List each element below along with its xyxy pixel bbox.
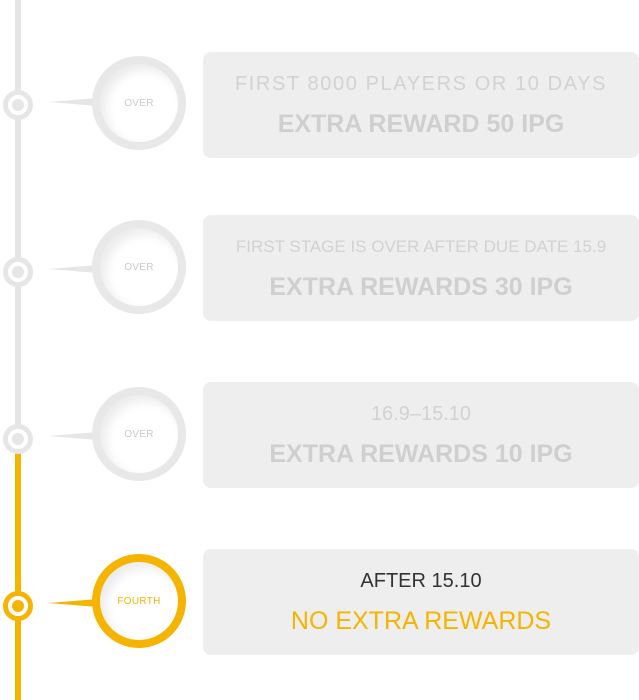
- pointer-arrow: [48, 432, 98, 440]
- stage-card: 16.9–15.10 EXTRA REWARDS 10 IPG: [203, 382, 639, 488]
- timeline-dot-icon: [3, 90, 33, 120]
- stage-reward: NO EXTRA REWARDS: [290, 607, 552, 635]
- timeline-dot-icon: [3, 424, 33, 454]
- pointer-arrow: [48, 98, 98, 106]
- stage-status-label: OVER: [124, 428, 154, 440]
- stage-condition: FIRST 8000 PLAYERS OR 10 DAYS: [234, 73, 608, 95]
- timeline-stage-4: FOURTH AFTER 15.10 NO EXTRA REWARDS: [0, 549, 639, 659]
- stage-card: FIRST 8000 PLAYERS OR 10 DAYS EXTRA REWA…: [203, 52, 639, 158]
- stage-status-label: OVER: [124, 261, 154, 273]
- stage-reward: EXTRA REWARD 50 IPG: [277, 110, 565, 138]
- stage-status-circle: OVER: [92, 56, 186, 150]
- stage-status-circle: OVER: [92, 220, 186, 314]
- stage-condition: FIRST STAGE IS OVER AFTER DUE DATE 15.9: [235, 237, 607, 256]
- pointer-arrow: [48, 599, 98, 607]
- stage-status-label: OVER: [124, 97, 154, 109]
- stage-status-label: FOURTH: [117, 595, 161, 607]
- timeline-stage-2: OVER FIRST STAGE IS OVER AFTER DUE DATE …: [0, 215, 639, 325]
- pointer-arrow: [48, 265, 98, 273]
- stage-condition: 16.9–15.10: [370, 403, 472, 425]
- timeline-dot-icon: [3, 591, 33, 621]
- timeline-stage-3: OVER 16.9–15.10 EXTRA REWARDS 10 IPG: [0, 382, 639, 492]
- stage-reward: EXTRA REWARDS 10 IPG: [269, 440, 573, 468]
- timeline-stage-1: OVER FIRST 8000 PLAYERS OR 10 DAYS EXTRA…: [0, 52, 639, 162]
- stage-status-circle: FOURTH: [92, 554, 186, 648]
- timeline-dot-icon: [3, 257, 33, 287]
- stage-reward: EXTRA REWARDS 30 IPG: [269, 273, 573, 301]
- stage-status-circle: OVER: [92, 387, 186, 481]
- stage-condition: AFTER 15.10: [360, 570, 482, 592]
- stage-card: FIRST STAGE IS OVER AFTER DUE DATE 15.9 …: [203, 215, 639, 321]
- stage-card: AFTER 15.10 NO EXTRA REWARDS: [203, 549, 639, 655]
